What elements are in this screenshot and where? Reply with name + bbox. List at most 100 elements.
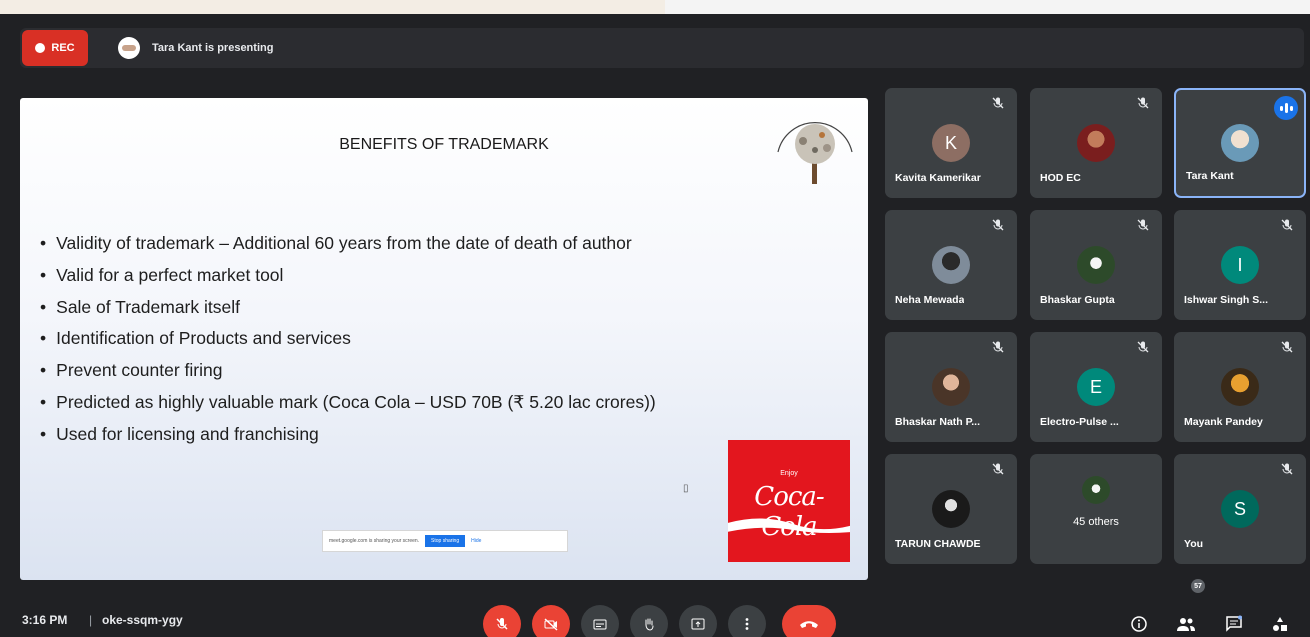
participant-tile[interactable]: Bhaskar Nath P...: [885, 332, 1017, 442]
present-icon: [691, 618, 705, 630]
avatar-initial: I: [1237, 254, 1243, 275]
info-icon: [1131, 616, 1147, 632]
camera-toggle-button[interactable]: [532, 605, 570, 637]
participant-name: Bhaskar Nath P...: [895, 416, 981, 428]
avatar-initial: E: [1089, 376, 1102, 397]
mic-off-icon: [1281, 219, 1293, 231]
speaking-indicator-icon: [1274, 96, 1298, 120]
people-icon: [1177, 618, 1195, 631]
presenter-avatar: [118, 37, 140, 59]
participant-name: Kavita Kamerikar: [895, 172, 981, 184]
participant-avatar: [932, 490, 970, 528]
mic-off-icon: [992, 463, 1004, 475]
activities-button[interactable]: [1266, 610, 1294, 637]
shared-screen: BENEFITS OF TRADEMARK Validity of tradem…: [20, 98, 868, 580]
top-bar: REC Tara Kant is presenting: [20, 28, 1304, 68]
screen-share-notice: meet.google.com is sharing your screen. …: [322, 530, 568, 552]
bullet-item: Validity of trademark – Additional 60 ye…: [40, 228, 656, 260]
participant-name: Mayank Pandey: [1184, 416, 1263, 428]
raise-hand-button[interactable]: [630, 605, 668, 637]
participant-avatar: I: [1221, 246, 1259, 284]
separator: |: [89, 613, 93, 627]
participant-name: Tara Kant: [1186, 170, 1234, 182]
participant-name: You: [1184, 538, 1204, 550]
bullet-list: Validity of trademark – Additional 60 ye…: [40, 228, 656, 451]
recording-label: REC: [51, 42, 75, 54]
people-count-badge: 57: [1191, 579, 1205, 593]
more-options-button[interactable]: [728, 605, 766, 637]
stop-sharing-button[interactable]: Stop sharing: [425, 535, 466, 547]
mic-toggle-button[interactable]: [483, 605, 521, 637]
participant-name: HOD EC: [1040, 172, 1081, 184]
share-notice-text: meet.google.com is sharing your screen.: [329, 538, 420, 544]
chat-button[interactable]: [1220, 610, 1248, 637]
participant-tile[interactable]: E Electro-Pulse ...: [1030, 332, 1162, 442]
captions-button[interactable]: [581, 605, 619, 637]
participant-tile[interactable]: 45 others: [1030, 454, 1162, 564]
mic-off-icon: [1137, 219, 1149, 231]
participant-tile[interactable]: Mayank Pandey: [1174, 332, 1306, 442]
participant-avatar: S: [1221, 490, 1259, 528]
bullet-item: Sale of Trademark itself: [40, 292, 656, 324]
mic-off-icon: [1137, 97, 1149, 109]
more-options-icon: [745, 618, 749, 630]
coca-cola-logo: Enjoy Coca-Cola: [728, 440, 850, 562]
participant-avatar: [932, 368, 970, 406]
camera-off-icon: [544, 618, 558, 631]
participant-avatar: [1221, 124, 1259, 162]
mic-off-icon: [1281, 341, 1293, 353]
coke-tagline: Enjoy: [780, 470, 798, 477]
end-call-button[interactable]: [782, 605, 836, 637]
participant-name: TARUN CHAWDE: [895, 538, 981, 550]
participant-avatar: [932, 246, 970, 284]
others-count: 45 others: [1073, 516, 1119, 528]
participant-tile[interactable]: Bhaskar Gupta: [1030, 210, 1162, 320]
participant-avatar: [1077, 124, 1115, 162]
bullet-item: Prevent counter firing: [40, 355, 656, 387]
meeting-info-button[interactable]: [1125, 610, 1153, 637]
coke-wave-icon: [728, 518, 850, 533]
participant-tile[interactable]: HOD EC: [1030, 88, 1162, 198]
avatar-initial: K: [944, 132, 957, 153]
recording-indicator[interactable]: REC: [22, 30, 88, 66]
browser-edge: [665, 0, 1310, 14]
mic-off-icon: [1281, 463, 1293, 475]
tree-logo-icon: [777, 122, 853, 184]
bullet-item: Identification of Products and services: [40, 323, 656, 355]
mic-off-icon: [1137, 341, 1149, 353]
participant-avatar: E: [1077, 368, 1115, 406]
mic-off-icon: [496, 618, 508, 630]
presenter-text: Tara Kant is presenting: [152, 42, 274, 54]
participant-tile[interactable]: Tara Kant: [1174, 88, 1306, 198]
presenter-info: Tara Kant is presenting: [118, 28, 273, 68]
hide-notice-button[interactable]: Hide: [471, 538, 481, 544]
participant-tile[interactable]: S You: [1174, 454, 1306, 564]
meeting-code[interactable]: oke-ssqm-ygy: [102, 613, 183, 627]
activities-icon: [1273, 617, 1287, 631]
participant-avatar: K: [932, 124, 970, 162]
record-dot-icon: [35, 43, 46, 53]
mouse-cursor-icon: ▯: [683, 483, 689, 494]
bottom-bar: 3:16 PM | oke-ssqm-ygy: [0, 593, 1310, 637]
participant-name: Neha Mewada: [895, 294, 965, 306]
participant-tile[interactable]: K Kavita Kamerikar: [885, 88, 1017, 198]
mic-off-icon: [992, 219, 1004, 231]
others-avatar-icon: [1082, 476, 1110, 504]
captions-icon: [593, 619, 607, 630]
participant-tile[interactable]: Neha Mewada: [885, 210, 1017, 320]
participant-avatar: [1077, 246, 1115, 284]
participant-tile[interactable]: TARUN CHAWDE: [885, 454, 1017, 564]
mic-off-icon: [992, 97, 1004, 109]
participant-name: Electro-Pulse ...: [1040, 416, 1119, 428]
participant-name: Bhaskar Gupta: [1040, 294, 1115, 306]
end-call-icon: [800, 621, 818, 628]
participant-name: Ishwar Singh S...: [1184, 294, 1269, 306]
participant-tile[interactable]: I Ishwar Singh S...: [1174, 210, 1306, 320]
people-button[interactable]: [1172, 610, 1200, 637]
bullet-item: Predicted as highly valuable mark (Coca …: [40, 387, 656, 419]
participant-avatar: [1221, 368, 1259, 406]
meet-window: REC Tara Kant is presenting BENEFITS OF …: [0, 14, 1310, 637]
bullet-item: Used for licensing and franchising: [40, 419, 656, 451]
present-button[interactable]: [679, 605, 717, 637]
bullet-item: Valid for a perfect market tool: [40, 260, 656, 292]
